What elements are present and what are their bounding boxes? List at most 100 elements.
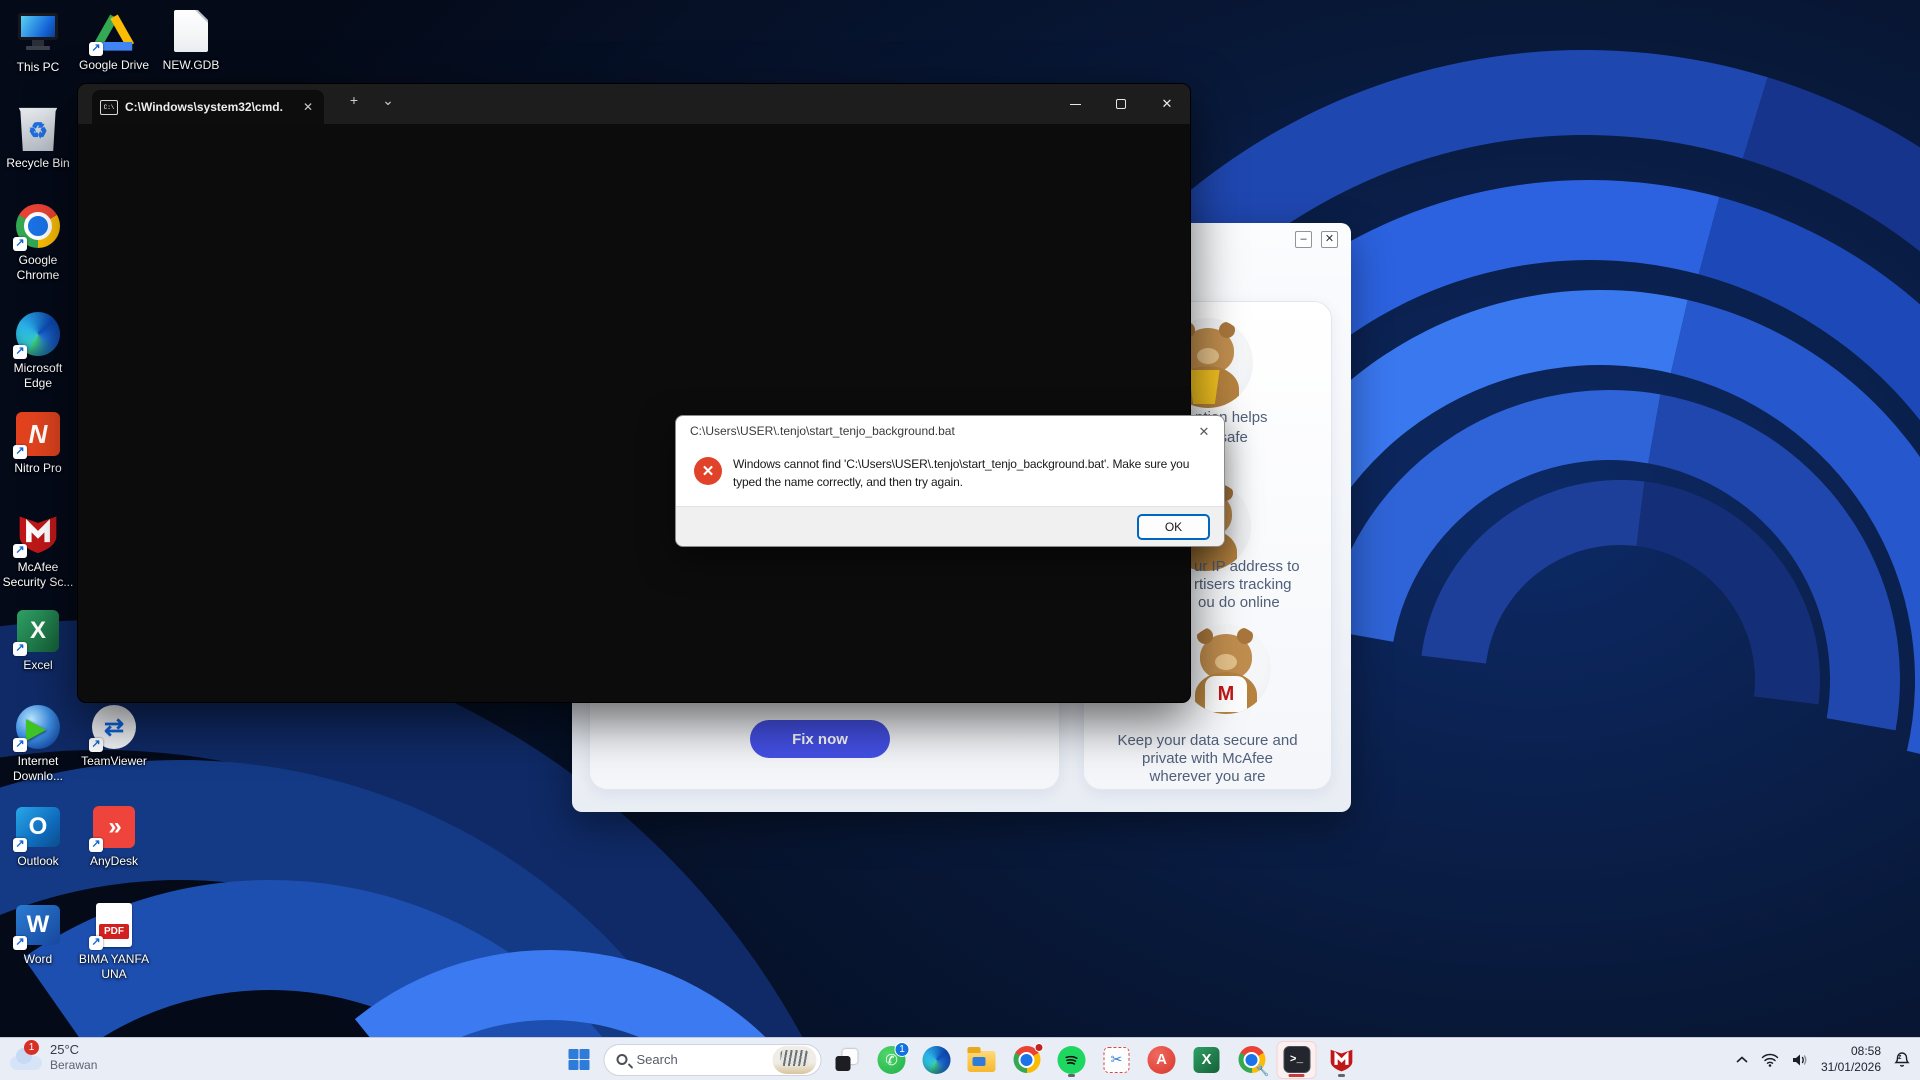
edge-icon — [923, 1046, 951, 1074]
fix-now-button[interactable]: Fix now — [750, 720, 890, 758]
desktop-icon-this-pc[interactable]: This PC — [1, 10, 75, 75]
search-icon — [617, 1054, 628, 1065]
desktop-icon-label: Google Drive — [79, 58, 149, 73]
windows-logo-icon — [568, 1049, 589, 1070]
new-tab-button[interactable]: + — [340, 92, 368, 108]
notification-bell-icon[interactable]: z — [1894, 1051, 1910, 1068]
clock-date: 31/01/2026 — [1821, 1060, 1881, 1076]
shortcut-arrow-icon: ↗ — [89, 838, 103, 852]
hidden-icons-chevron[interactable] — [1736, 1056, 1748, 1064]
mcafee-close-button[interactable]: ✕ — [1321, 231, 1338, 248]
promo-text: private with McAfee — [1084, 750, 1331, 768]
taskbar-anydesk[interactable]: A — [1142, 1041, 1182, 1079]
taskbar-file-explorer[interactable] — [962, 1041, 1002, 1079]
ok-button[interactable]: OK — [1137, 514, 1210, 540]
desktop-icon-mcafee[interactable]: ↗ McAfee Security Sc... — [1, 510, 75, 590]
cloud-icon: 1 — [10, 1056, 42, 1070]
taskbar-whatsapp[interactable]: ✆ 1 — [872, 1041, 912, 1079]
taskbar-spotify[interactable] — [1052, 1041, 1092, 1079]
desktop-icon-bima-yanfa-una[interactable]: PDF ↗ BIMA YANFA UNA — [77, 902, 151, 982]
chrome-update-badge — [1035, 1043, 1044, 1052]
shortcut-arrow-icon: ↗ — [13, 544, 27, 558]
tab-close-icon[interactable]: ✕ — [300, 100, 316, 114]
active-window-indicator — [1289, 1074, 1305, 1077]
terminal-window: C:\ C:\Windows\system32\cmd.e ✕ + ⌄ ✕ — [77, 83, 1191, 703]
task-view-button[interactable] — [827, 1041, 867, 1079]
recycle-bin-icon: ♻ — [15, 106, 61, 152]
outlook-icon: O ↗ — [15, 804, 61, 850]
internet-download-manager-icon: ↗ — [15, 704, 61, 750]
search-label: Search — [637, 1052, 764, 1067]
terminal-output-area[interactable] — [78, 124, 1190, 702]
shortcut-arrow-icon: ↗ — [13, 936, 27, 950]
dialog-close-icon[interactable]: ✕ — [1194, 422, 1214, 442]
mcafee-shield-icon: ↗ — [15, 510, 61, 556]
taskbar-cmd-active[interactable]: >_ — [1277, 1041, 1317, 1079]
desktop-icon-excel[interactable]: X ↗ Excel — [1, 608, 75, 673]
desktop-icon-teamviewer[interactable]: ⇄ ↗ TeamViewer — [77, 704, 151, 769]
taskbar-edge[interactable] — [917, 1041, 957, 1079]
promo-text-fragment: ur IP address to — [1194, 558, 1300, 575]
shortcut-arrow-icon: ↗ — [13, 642, 27, 656]
taskbar-snipping-tool[interactable]: ✂ — [1097, 1041, 1137, 1079]
promo-text-fragment: ou do online — [1198, 594, 1280, 611]
terminal-close-button[interactable]: ✕ — [1144, 84, 1190, 124]
desktop-icon-recycle-bin[interactable]: ♻ Recycle Bin — [1, 106, 75, 171]
word-icon: W ↗ — [15, 902, 61, 948]
desktop-icon-outlook[interactable]: O ↗ Outlook — [1, 804, 75, 869]
volume-icon[interactable] — [1792, 1053, 1808, 1067]
taskbar-excel[interactable]: X — [1187, 1041, 1227, 1079]
promo-text-fragment: rtisers tracking — [1194, 576, 1292, 593]
shortcut-arrow-icon: ↗ — [13, 345, 27, 359]
dialog-message: Windows cannot find 'C:\Users\USER\.tenj… — [733, 455, 1213, 491]
terminal-maximize-button[interactable] — [1098, 84, 1144, 124]
cmd-icon: >_ — [1283, 1046, 1310, 1073]
desktop-icon-idm[interactable]: ↗ Internet Downlo... — [1, 704, 75, 784]
start-button[interactable] — [559, 1041, 599, 1079]
desktop-icon-google-chrome[interactable]: ↗ Google Chrome — [1, 203, 75, 283]
desktop-icon-label: Nitro Pro — [14, 461, 61, 476]
desktop-icon-label: Outlook — [17, 854, 58, 869]
desktop-icon-label: TeamViewer — [81, 754, 147, 769]
cmd-icon: C:\ — [100, 100, 118, 115]
search-daily-image[interactable] — [773, 1046, 817, 1074]
error-icon: ✕ — [694, 457, 722, 485]
taskbar-clock[interactable]: 08:58 31/01/2026 — [1821, 1044, 1881, 1075]
desktop-icon-google-drive[interactable]: ↗ Google Drive — [77, 8, 151, 73]
anydesk-icon: A — [1148, 1046, 1176, 1074]
task-view-icon — [836, 1049, 858, 1071]
taskbar: 1 25°C Berawan Search ✆ 1 — [0, 1037, 1920, 1080]
terminal-title-bar[interactable]: C:\ C:\Windows\system32\cmd.e ✕ + ⌄ ✕ — [78, 84, 1190, 124]
desktop-icon-label: Internet Downlo... — [1, 754, 75, 784]
promo-text: wherever you are — [1084, 768, 1331, 786]
terminal-minimize-button[interactable] — [1052, 84, 1098, 124]
shortcut-arrow-icon: ↗ — [13, 738, 27, 752]
wifi-icon[interactable] — [1761, 1053, 1779, 1067]
tab-dropdown-button[interactable]: ⌄ — [374, 92, 402, 109]
desktop-icon-label: BIMA YANFA UNA — [77, 952, 151, 982]
promo-text: Keep your data secure and — [1084, 732, 1331, 750]
weather-widget[interactable]: 1 25°C Berawan — [10, 1042, 97, 1072]
dnd-z-glyph: z — [1898, 1054, 1902, 1061]
pdf-icon: PDF ↗ — [91, 902, 137, 948]
desktop-icon-nitro-pro[interactable]: N ↗ Nitro Pro — [1, 411, 75, 476]
taskbar-search[interactable]: Search — [604, 1044, 822, 1076]
taskbar-chrome[interactable] — [1007, 1041, 1047, 1079]
taskbar-mcafee[interactable] — [1322, 1041, 1362, 1079]
google-drive-icon: ↗ — [91, 8, 137, 54]
desktop-icon-new-gdb[interactable]: NEW.GDB — [154, 8, 228, 73]
desktop-icon-microsoft-edge[interactable]: ↗ Microsoft Edge — [1, 311, 75, 391]
mcafee-minimize-button[interactable]: – — [1295, 231, 1312, 248]
running-indicator — [1068, 1074, 1075, 1077]
terminal-tab[interactable]: C:\ C:\Windows\system32\cmd.e ✕ — [92, 90, 324, 124]
weather-temp: 25°C — [50, 1042, 97, 1058]
shortcut-arrow-icon: ↗ — [13, 237, 27, 251]
nitro-pro-icon: N ↗ — [15, 411, 61, 457]
desktop-icon-word[interactable]: W ↗ Word — [1, 902, 75, 967]
error-dialog: C:\Users\USER\.tenjo\start_tenjo_backgro… — [675, 415, 1225, 547]
whatsapp-badge: 1 — [895, 1042, 910, 1057]
dialog-footer: OK — [676, 506, 1224, 546]
taskbar-chrome-tools[interactable]: 🔧 — [1232, 1041, 1272, 1079]
dialog-title: C:\Users\USER\.tenjo\start_tenjo_backgro… — [690, 424, 955, 438]
desktop-icon-anydesk[interactable]: » ↗ AnyDesk — [77, 804, 151, 869]
